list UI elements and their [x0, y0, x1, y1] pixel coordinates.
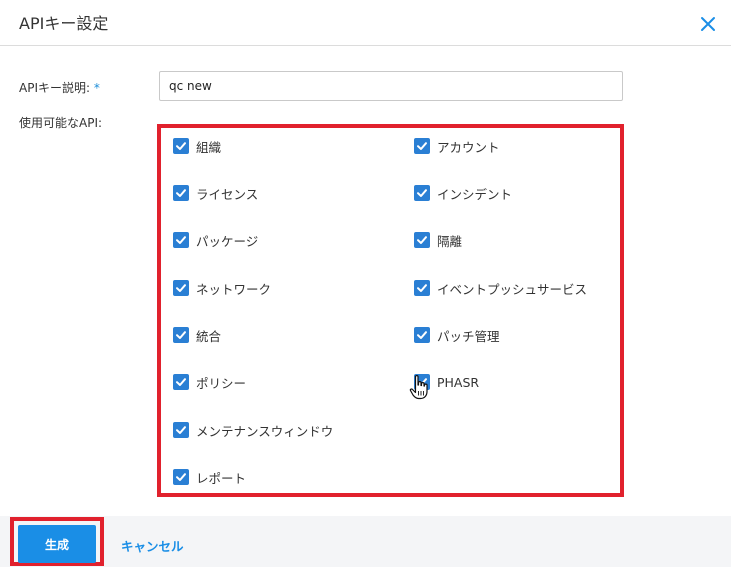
available-apis-label: 使用可能なAPI: — [19, 116, 103, 130]
api-checkbox-quarantine[interactable]: 隔離 — [414, 230, 462, 250]
checkbox-checked[interactable] — [173, 374, 189, 390]
check-icon — [176, 189, 186, 197]
close-icon[interactable] — [698, 14, 718, 34]
checkbox-checked[interactable] — [173, 232, 189, 248]
api-key-dialog: APIキー設定 APIキー説明: * 使用可能なAPI: 組織 ライセンス パッ… — [0, 0, 731, 567]
generate-button[interactable]: 生成 — [18, 525, 96, 563]
description-label-text: APIキー説明: — [19, 81, 91, 95]
api-checkbox-label: レポート — [196, 470, 247, 486]
checkbox-checked[interactable] — [173, 185, 189, 201]
checkbox-checked[interactable] — [173, 469, 189, 485]
check-icon — [176, 284, 186, 292]
checkbox-checked[interactable] — [173, 327, 189, 343]
api-checkbox-label: パッケージ — [196, 233, 259, 249]
api-checkbox-organization[interactable]: 組織 — [173, 136, 221, 156]
checkbox-checked[interactable] — [173, 138, 189, 154]
api-checkbox-label: PHASR — [437, 374, 480, 390]
check-icon — [176, 426, 186, 434]
api-checkbox-license[interactable]: ライセンス — [173, 183, 258, 203]
api-checkbox-label: ポリシー — [196, 375, 247, 391]
check-icon — [417, 284, 427, 292]
api-checkbox-label: 統合 — [196, 328, 222, 344]
api-checkbox-policy[interactable]: ポリシー — [173, 372, 246, 392]
check-icon — [417, 142, 427, 150]
checkbox-checked[interactable] — [414, 374, 430, 390]
check-icon — [417, 236, 427, 244]
api-checkbox-patch-management[interactable]: パッチ管理 — [414, 325, 500, 345]
check-icon — [176, 236, 186, 244]
api-checkbox-label: 隔離 — [437, 233, 463, 249]
checkbox-checked[interactable] — [414, 280, 430, 296]
api-key-description-input[interactable] — [159, 71, 623, 101]
api-checkbox-integration[interactable]: 統合 — [173, 325, 221, 345]
api-checkbox-phasr[interactable]: PHASR — [414, 372, 479, 392]
check-icon — [417, 378, 427, 386]
required-mark: * — [93, 81, 100, 95]
checkbox-checked[interactable] — [173, 280, 189, 296]
api-checkbox-label: 組織 — [196, 139, 222, 155]
check-icon — [176, 473, 186, 481]
dialog-header: APIキー設定 — [0, 0, 731, 46]
api-checkbox-network[interactable]: ネットワーク — [173, 278, 271, 298]
api-checkbox-label: インシデント — [437, 186, 513, 202]
checkbox-checked[interactable] — [414, 138, 430, 154]
api-checkbox-maintenance-window[interactable]: メンテナンスウィンドウ — [173, 420, 333, 440]
cancel-link[interactable]: キャンセル — [121, 536, 184, 555]
check-icon — [176, 142, 186, 150]
api-checkbox-label: ライセンス — [196, 186, 259, 202]
checkbox-checked[interactable] — [414, 185, 430, 201]
api-checkbox-label: パッチ管理 — [437, 328, 500, 344]
checkbox-checked[interactable] — [414, 327, 430, 343]
check-icon — [417, 189, 427, 197]
check-icon — [176, 378, 186, 386]
dialog-footer — [0, 516, 731, 567]
api-checkbox-report[interactable]: レポート — [173, 467, 246, 487]
api-checkbox-package[interactable]: パッケージ — [173, 230, 258, 250]
check-icon — [417, 331, 427, 339]
api-checkbox-label: アカウント — [437, 139, 500, 155]
checkbox-checked[interactable] — [414, 232, 430, 248]
checkbox-checked[interactable] — [173, 422, 189, 438]
api-checkbox-account[interactable]: アカウント — [414, 136, 500, 156]
dialog-title: APIキー設定 — [19, 14, 109, 33]
check-icon — [176, 331, 186, 339]
api-checkbox-group — [157, 124, 624, 497]
api-checkbox-label: イベントプッシュサービス — [437, 281, 588, 297]
api-checkbox-label: メンテナンスウィンドウ — [196, 423, 334, 439]
api-checkbox-incident[interactable]: インシデント — [414, 183, 512, 203]
api-checkbox-event-push-service[interactable]: イベントプッシュサービス — [414, 278, 587, 298]
api-checkbox-label: ネットワーク — [196, 281, 272, 297]
description-label: APIキー説明: * — [19, 79, 100, 96]
